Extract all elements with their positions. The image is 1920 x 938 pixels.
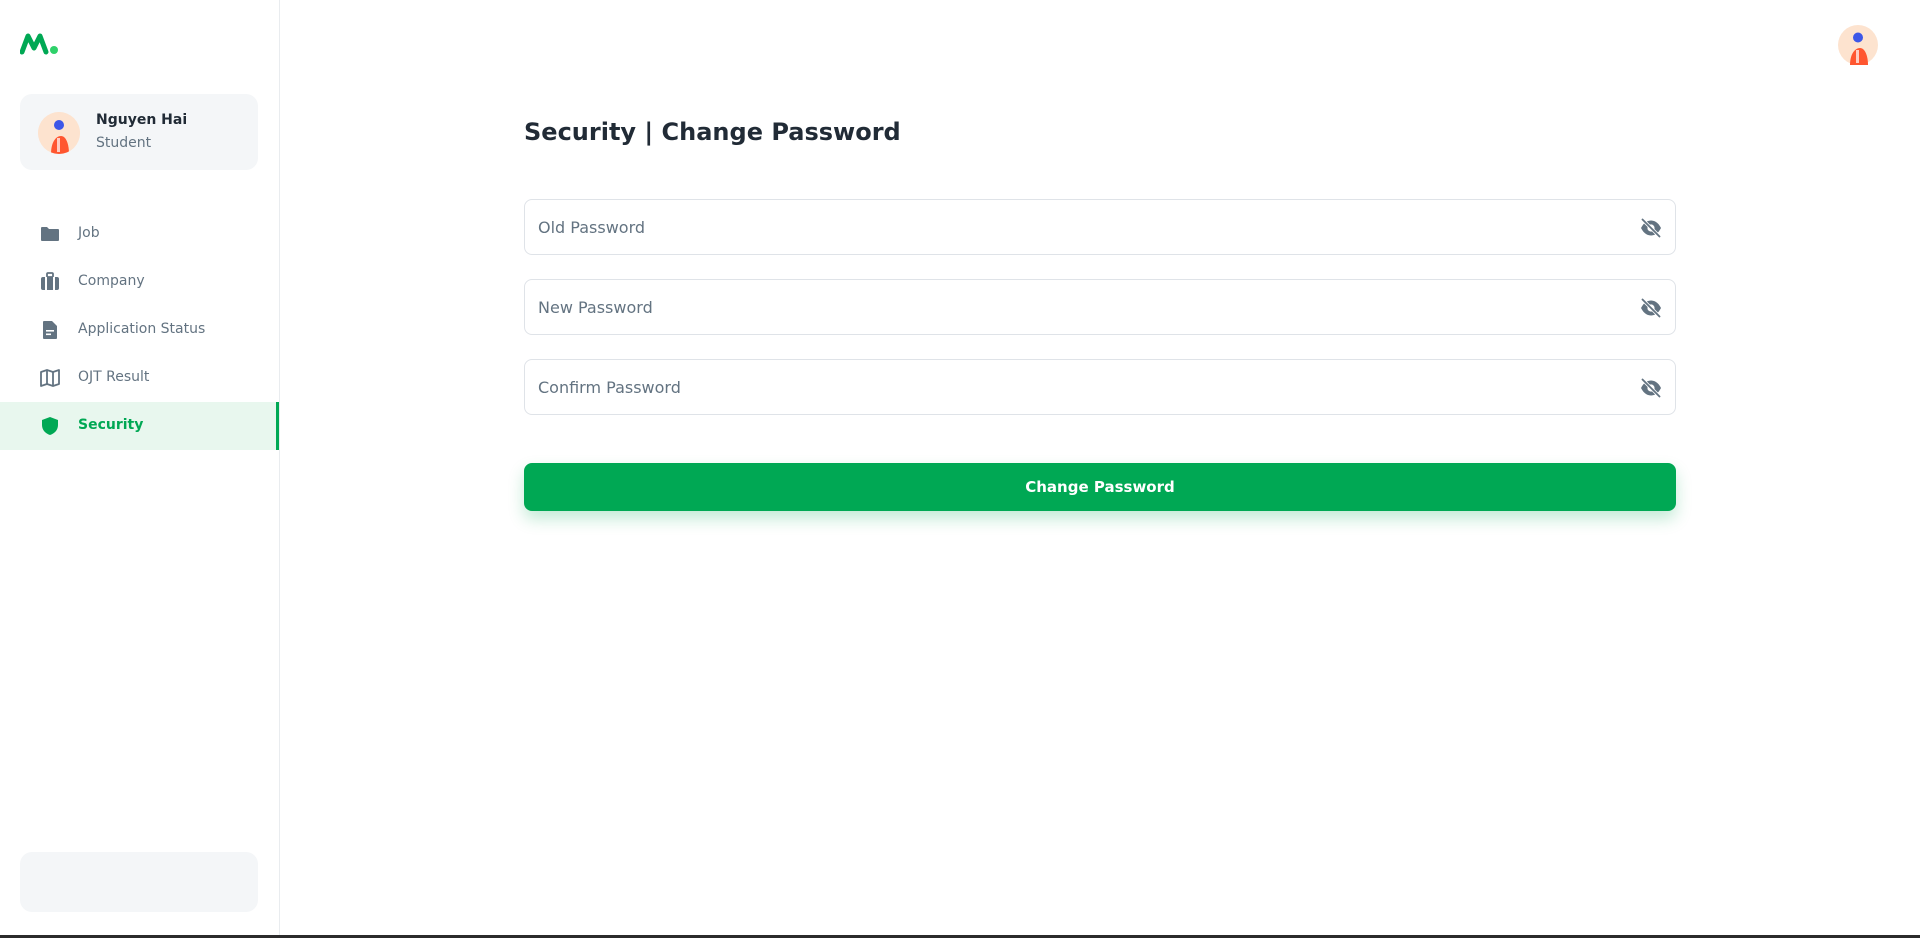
confirm-password-field (524, 359, 1676, 415)
map-icon (40, 369, 60, 387)
sidebar-item-label: Security (78, 417, 144, 433)
sidebar: Nguyen Hai Student Job Company Applicati… (0, 0, 280, 935)
document-icon (43, 321, 57, 339)
sidebar-item-ojt-result[interactable]: OJT Result (0, 354, 279, 402)
new-password-field (524, 279, 1676, 335)
app-root: Nguyen Hai Student Job Company Applicati… (0, 0, 1920, 938)
sidebar-item-label: Application Status (78, 321, 206, 337)
briefcase-icon (41, 272, 59, 290)
sidebar-item-company[interactable]: Company (0, 258, 279, 306)
sidebar-item-label: OJT Result (78, 369, 150, 385)
user-role: Student (96, 135, 152, 151)
shield-icon (42, 417, 58, 435)
eye-off-icon[interactable] (1639, 216, 1663, 240)
change-password-button[interactable]: Change Password (524, 463, 1676, 511)
old-password-input[interactable] (538, 200, 1618, 254)
sidebar-item-security[interactable]: Security (0, 402, 279, 450)
brand-logo-icon[interactable] (20, 32, 60, 56)
sidebar-item-job[interactable]: Job (0, 210, 279, 258)
account-avatar-button[interactable] (1838, 25, 1878, 65)
sidebar-bottom-card (20, 852, 258, 912)
user-name: Nguyen Hai (96, 112, 188, 128)
sidebar-item-label: Company (78, 273, 145, 289)
old-password-field (524, 199, 1676, 255)
sidebar-item-label: Job (78, 225, 100, 241)
user-card[interactable]: Nguyen Hai Student (20, 94, 258, 170)
eye-off-icon[interactable] (1639, 376, 1663, 400)
user-avatar-icon (1838, 25, 1878, 65)
sidebar-item-application-status[interactable]: Application Status (0, 306, 279, 354)
user-avatar-icon (38, 112, 80, 154)
new-password-input[interactable] (538, 280, 1618, 334)
eye-off-icon[interactable] (1639, 296, 1663, 320)
sidebar-nav: Job Company Application Status OJT Resul… (0, 210, 279, 450)
folder-icon (41, 227, 59, 241)
page-title: Security | Change Password (524, 118, 901, 146)
confirm-password-input[interactable] (538, 360, 1618, 414)
